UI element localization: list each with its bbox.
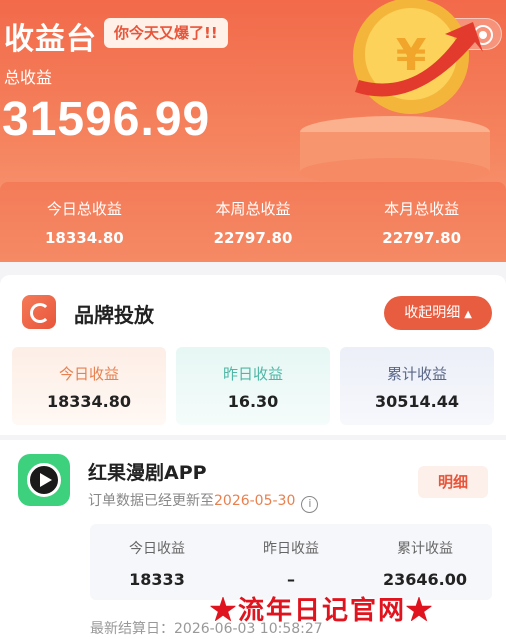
collapse-details-label: 收起明细 <box>404 305 461 321</box>
celebration-badge: 你今天又爆了!! <box>104 18 228 48</box>
app-stats: 今日收益 18333 昨日收益 – 累计收益 23646.00 <box>90 524 492 600</box>
app-stat-yesterday: 昨日收益 – <box>224 524 358 600</box>
update-date: 2026-05-30 <box>214 493 296 509</box>
brand-ads-card: 品牌投放 收起明细 ▲ 今日收益 18334.80 昨日收益 16.30 累计收益… <box>0 275 506 435</box>
caret-up-icon: ▲ <box>464 309 472 320</box>
summary-value: 22797.80 <box>382 229 462 247</box>
app-stat-cumulative: 累计收益 23646.00 <box>358 524 492 600</box>
pedestal-decoration <box>300 116 490 186</box>
summary-label: 今日总收益 <box>46 200 122 218</box>
stat-label: 昨日收益 <box>263 541 319 557</box>
summary-label: 本月总收益 <box>384 200 460 218</box>
stat-label: 累计收益 <box>397 541 453 557</box>
watermark: ★流年日记官网★ <box>210 596 435 626</box>
collapse-details-button[interactable]: 收起明细 ▲ <box>384 296 492 330</box>
stat-value: 18334.80 <box>46 392 131 411</box>
stat-value: 16.30 <box>227 392 279 411</box>
earnings-summary: 今日总收益 18334.80 本周总收益 22797.80 本月总收益 2279… <box>0 182 506 262</box>
total-earnings-value: 31596.99 <box>2 93 211 146</box>
brand-stats: 今日收益 18334.80 昨日收益 16.30 累计收益 30514.44 <box>12 347 494 425</box>
stat-label: 累计收益 <box>386 365 447 383</box>
summary-label: 本周总收益 <box>215 200 291 218</box>
stat-value: 23646.00 <box>382 570 467 589</box>
stat-value: 18333 <box>129 570 185 589</box>
summary-today: 今日总收益 18334.80 <box>0 182 169 262</box>
app-play-icon <box>18 454 70 506</box>
summary-week: 本周总收益 22797.80 <box>169 182 338 262</box>
info-icon[interactable]: i <box>301 496 319 513</box>
stat-label: 昨日收益 <box>222 365 283 383</box>
stat-cumulative: 累计收益 30514.44 <box>340 347 494 425</box>
summary-value: 22797.80 <box>213 229 293 247</box>
app-name: 红果漫剧APP <box>88 462 207 484</box>
order-update-text: 订单数据已经更新至2026-05-30 i <box>88 490 319 513</box>
stat-today: 今日收益 18334.80 <box>12 347 166 425</box>
summary-month: 本月总收益 22797.80 <box>337 182 506 262</box>
stat-label: 今日收益 <box>58 365 119 383</box>
brand-section-title: 品牌投放 <box>74 303 154 327</box>
stat-label: 今日收益 <box>129 541 185 557</box>
brand-logo-icon <box>22 295 56 329</box>
stat-value: – <box>287 570 295 589</box>
detail-button[interactable]: 明细 <box>418 466 488 498</box>
header: 收益台 你今天又爆了!! ••• ¥ 总收益 31596.99 今日总收益 18… <box>0 0 506 262</box>
update-prefix: 订单数据已经更新至 <box>88 493 214 509</box>
total-earnings-label: 总收益 <box>4 68 53 87</box>
app-stat-today: 今日收益 18333 <box>90 524 224 600</box>
stat-yesterday: 昨日收益 16.30 <box>176 347 330 425</box>
summary-value: 18334.80 <box>44 229 124 247</box>
stat-value: 30514.44 <box>374 392 459 411</box>
app-title: 收益台 <box>4 22 97 57</box>
